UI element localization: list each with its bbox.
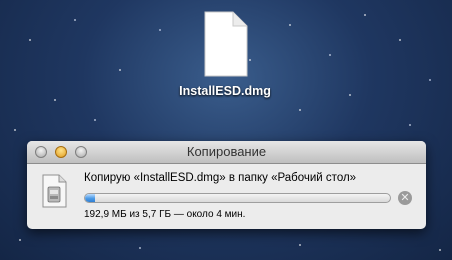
dialog-content: Копирую «InstallESD.dmg» в папку «Рабочи… [27, 164, 426, 229]
copy-status: 192,9 МБ из 5,7 ГБ — около 4 мин. [84, 209, 246, 220]
desktop-file-installesd[interactable]: InstallESD.dmg [170, 10, 280, 99]
desktop-file-label: InstallESD.dmg [179, 84, 271, 98]
copy-progress-fill [85, 194, 96, 202]
dialog-title: Копирование [186, 144, 267, 159]
dialog-titlebar[interactable]: Копирование [27, 141, 426, 164]
copy-dialog: Копирование Копирую «InstallESD.dmg» в п… [27, 141, 426, 229]
cancel-copy-button[interactable]: ✕ [398, 191, 412, 205]
document-icon [204, 11, 248, 77]
disk-image-icon [42, 174, 67, 208]
copy-progress-bar [84, 193, 391, 203]
desktop: InstallESD.dmg Копирование Копирую «Inst… [0, 0, 452, 260]
copy-description: Копирую «InstallESD.dmg» в папку «Рабочи… [84, 172, 357, 184]
